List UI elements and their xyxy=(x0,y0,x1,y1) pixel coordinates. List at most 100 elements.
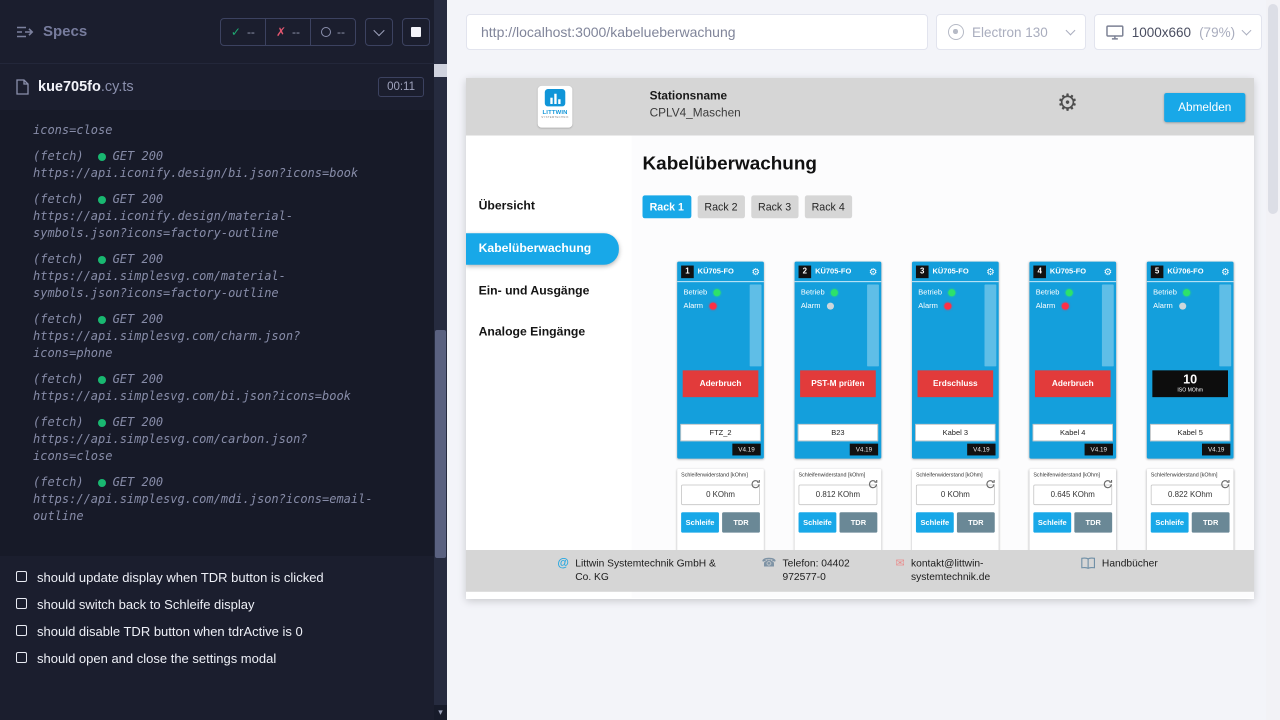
app-main: Kabelüberwachung Rack 1Rack 2Rack 3Rack … xyxy=(631,136,1254,599)
tdr-button[interactable]: TDR xyxy=(1074,512,1112,532)
device-panel: 4KÜ705-FO⚙BetriebAlarmAderbruchKabel 4V4… xyxy=(1029,262,1116,459)
alarm-led xyxy=(709,303,716,310)
device-panel-scrollbar[interactable] xyxy=(985,284,997,366)
sidebar-item-1[interactable]: Kabelüberwachung xyxy=(466,233,619,265)
refresh-icon[interactable] xyxy=(1220,479,1230,489)
tab-rack-4[interactable]: Rack 4 xyxy=(805,195,852,218)
refresh-icon[interactable] xyxy=(750,479,760,489)
spec-file-name: kue705fo.cy.ts xyxy=(38,79,134,95)
phone-number: Telefon: 04402 972577-0 xyxy=(783,557,871,584)
device-number: 5 xyxy=(1151,265,1164,278)
sidebar-item-3[interactable]: Analoge Eingänge xyxy=(466,318,631,346)
tdr-button[interactable]: TDR xyxy=(1192,512,1230,532)
betrieb-label: Betrieb xyxy=(683,288,707,297)
test-item[interactable]: should switch back to Schleife display xyxy=(16,597,418,612)
sidebar-item-2[interactable]: Ein- und Ausgänge xyxy=(466,277,631,305)
logo-subtitle: SYSTEMTECHNIK xyxy=(541,116,569,119)
fetch-log-line: (fetch)GET 200 xyxy=(33,311,426,328)
measurement-value: 0.822 KOhm xyxy=(1151,485,1230,505)
status-ok-dot xyxy=(98,479,106,487)
device-panel-scrollbar[interactable] xyxy=(750,284,762,366)
schleife-button[interactable]: Schleife xyxy=(1033,512,1071,532)
device-model: KÜ705-FO xyxy=(815,267,851,276)
schleife-button[interactable]: Schleife xyxy=(916,512,954,532)
test-stats[interactable]: ✓-- ✗-- -- xyxy=(220,18,356,46)
refresh-icon[interactable] xyxy=(1103,479,1113,489)
device-model: KÜ705-FO xyxy=(1050,267,1086,276)
betrieb-label: Betrieb xyxy=(1153,288,1177,297)
log-entry: (fetch)GET 200https://api.iconify.design… xyxy=(33,191,426,242)
tdr-button[interactable]: TDR xyxy=(722,512,760,532)
window-scrollbar-thumb[interactable] xyxy=(1268,4,1278,214)
device-panel-scrollbar[interactable] xyxy=(1219,284,1231,366)
alarm-label: Alarm xyxy=(801,302,821,311)
measurement-buttons: SchleifeTDR xyxy=(1151,512,1230,532)
footer-manuals-link[interactable]: Handbücher xyxy=(1081,557,1215,570)
tdr-button[interactable]: TDR xyxy=(957,512,995,532)
alarm-label: Alarm xyxy=(1153,302,1173,311)
viewport-dimensions: 1000x660 xyxy=(1132,25,1191,40)
logo-title: LITTWIN xyxy=(543,109,568,116)
tab-rack-3[interactable]: Rack 3 xyxy=(751,195,798,218)
alarm-label: Alarm xyxy=(1036,302,1056,311)
device-gear-icon[interactable]: ⚙ xyxy=(1104,267,1112,276)
tdr-button[interactable]: TDR xyxy=(840,512,878,532)
firmware-version: V4.19 xyxy=(850,444,878,456)
test-item[interactable]: should open and close the settings modal xyxy=(16,651,418,666)
settings-gear-icon[interactable]: ⚙ xyxy=(1057,91,1078,115)
viewport-select[interactable]: 1000x660 (79%) xyxy=(1094,14,1262,50)
spec-file-row[interactable]: kue705fo.cy.ts 00:11 xyxy=(0,64,434,110)
footer-company: @ Littwin Systemtechnik GmbH & Co. KG xyxy=(557,557,719,584)
alarm-led xyxy=(1062,303,1069,310)
device-panel-scrollbar[interactable] xyxy=(1102,284,1114,366)
sidebar-item-0[interactable]: Übersicht xyxy=(466,192,631,220)
email-address: kontakt@littwin-systemtechnik.de xyxy=(911,557,990,584)
refresh-icon[interactable] xyxy=(868,479,878,489)
device-model: KÜ705-FO xyxy=(932,267,968,276)
specs-menu-button[interactable]: Specs xyxy=(16,23,87,40)
mail-icon: ✉ xyxy=(895,557,904,569)
url-input[interactable]: http://localhost:3000/kabelueberwachung xyxy=(466,14,928,50)
book-icon xyxy=(1081,557,1096,569)
fetch-log-line: (fetch)GET 200 xyxy=(33,251,426,268)
test-timer: 00:11 xyxy=(378,77,424,97)
schleife-button[interactable]: Schleife xyxy=(799,512,837,532)
tab-rack-1[interactable]: Rack 1 xyxy=(643,195,691,218)
spec-file-icon xyxy=(16,79,29,95)
scroll-down-button[interactable]: ▾ xyxy=(434,705,447,720)
device-gear-icon[interactable]: ⚙ xyxy=(869,267,877,276)
window-scrollbar[interactable] xyxy=(1266,0,1280,720)
log-entry: (fetch)GET 200https://api.simplesvg.com/… xyxy=(33,474,426,525)
device-gear-icon[interactable]: ⚙ xyxy=(986,267,994,276)
footer-email[interactable]: ✉ kontakt@littwin-systemtechnik.de xyxy=(895,557,982,584)
stop-tests-button[interactable] xyxy=(402,18,430,46)
tab-rack-2[interactable]: Rack 2 xyxy=(697,195,744,218)
collapse-reporter-button[interactable] xyxy=(365,18,393,46)
status-ok-dot xyxy=(98,316,106,324)
http-status: GET 200 xyxy=(113,372,164,386)
device-gear-icon[interactable]: ⚙ xyxy=(1221,267,1229,276)
refresh-icon[interactable] xyxy=(985,479,995,489)
browser-select[interactable]: Electron 130 xyxy=(936,14,1086,50)
command-log[interactable]: icons=close(fetch)GET 200https://api.ico… xyxy=(0,110,434,556)
schleife-button[interactable]: Schleife xyxy=(1151,512,1189,532)
status-unit: ISO MOhm xyxy=(1177,388,1203,394)
status-ok-dot xyxy=(98,196,106,204)
logout-button[interactable]: Abmelden xyxy=(1164,93,1245,122)
test-item[interactable]: should disable TDR button when tdrActive… xyxy=(16,624,418,639)
scroll-up-button[interactable] xyxy=(434,64,447,77)
log-entry: (fetch)GET 200https://api.simplesvg.com/… xyxy=(33,311,426,362)
device-gear-icon[interactable]: ⚙ xyxy=(751,267,759,276)
schleife-button[interactable]: Schleife xyxy=(681,512,719,532)
device-panel-scrollbar[interactable] xyxy=(867,284,879,366)
app-frame: LITTWIN SYSTEMTECHNIK Stationsname CPLV4… xyxy=(466,78,1254,598)
status-badge: Aderbruch xyxy=(683,370,759,397)
test-item[interactable]: should update display when TDR button is… xyxy=(16,570,418,585)
app-header: LITTWIN SYSTEMTECHNIK Stationsname CPLV4… xyxy=(466,78,1254,136)
alarm-led xyxy=(944,303,951,310)
request-url: https://api.iconify.design/bi.json?icons… xyxy=(33,165,377,182)
request-url: https://api.simplesvg.com/mdi.json?icons… xyxy=(33,491,377,525)
runner-scrollbar[interactable]: ▾ xyxy=(434,0,447,720)
device-number: 2 xyxy=(799,265,812,278)
scrollbar-thumb[interactable] xyxy=(435,330,446,558)
